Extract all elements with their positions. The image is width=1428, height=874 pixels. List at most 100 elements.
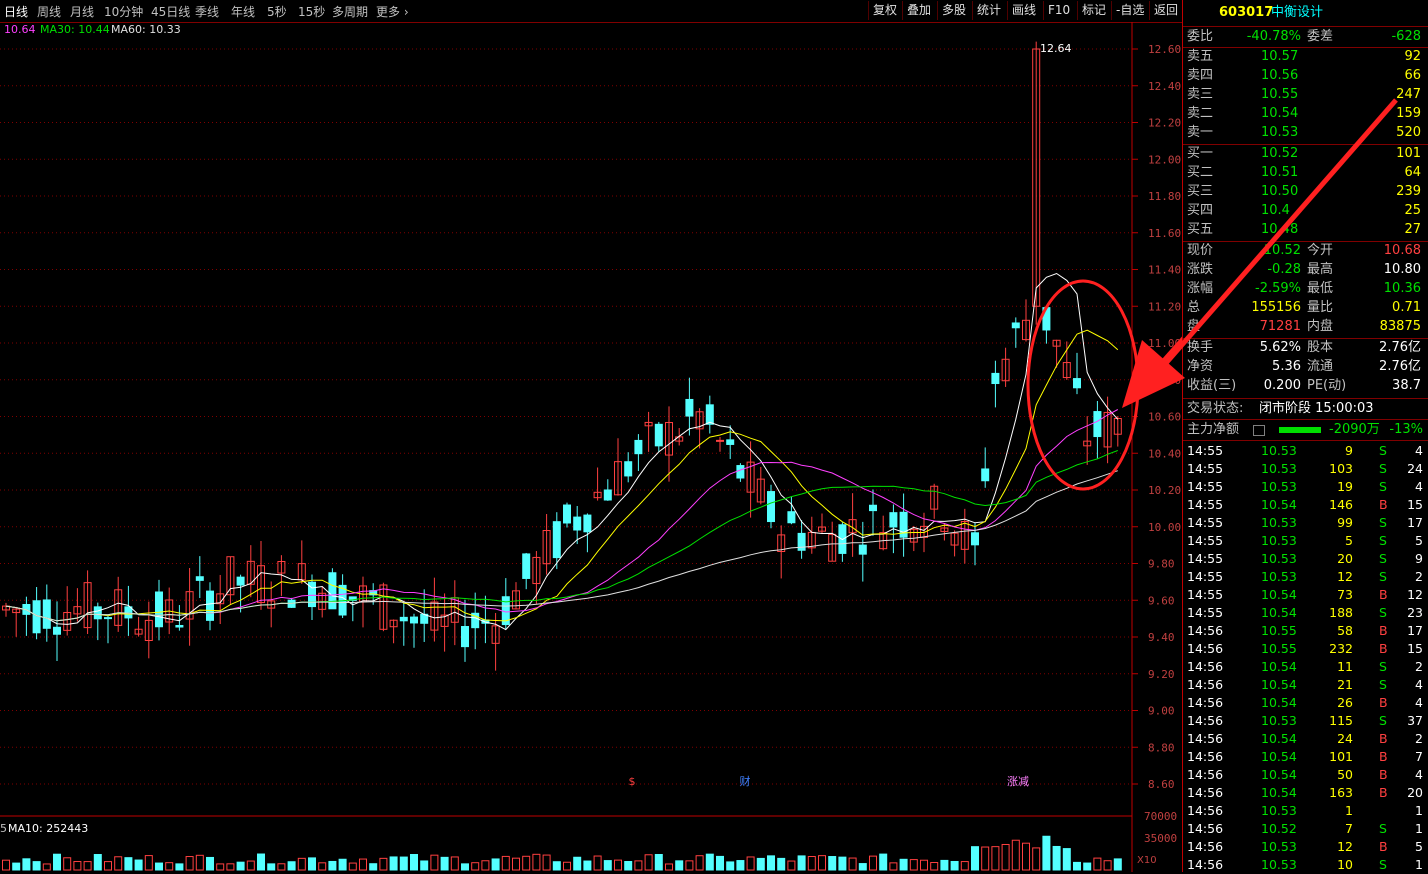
candle-down bbox=[1093, 411, 1102, 438]
back-button[interactable]: 返回 bbox=[1149, 1, 1182, 20]
stats-row: 换手 5.62% 股本 2.76亿 bbox=[1183, 339, 1428, 357]
tick-volume: 103 bbox=[1329, 461, 1353, 476]
overlay-button[interactable]: 叠加 bbox=[902, 1, 935, 20]
f10-button[interactable]: F10 bbox=[1043, 1, 1074, 20]
weibi-row: 委比 -40.78% 委差 -628 bbox=[1183, 28, 1428, 46]
quote-label: 内盘 bbox=[1307, 319, 1334, 334]
tick-direction: S bbox=[1379, 551, 1387, 566]
tick-direction: B bbox=[1379, 623, 1388, 638]
volume-bar bbox=[399, 856, 408, 871]
volume-bar bbox=[1032, 847, 1041, 871]
tick-count: 15 bbox=[1407, 497, 1423, 512]
buy-level: 买四 10.4 25 bbox=[1183, 202, 1428, 220]
tick-direction: S bbox=[1379, 461, 1387, 476]
candle-down bbox=[634, 439, 643, 455]
volume-bar bbox=[124, 857, 133, 871]
mark-button[interactable]: 标记 bbox=[1077, 1, 1110, 20]
volume-bar bbox=[563, 861, 571, 871]
tab-monthly[interactable]: 月线 bbox=[70, 3, 94, 20]
price-tick-label: 12.40 bbox=[1148, 80, 1181, 93]
tick-time: 14:56 bbox=[1187, 695, 1224, 710]
buy-level-price: 10.52 bbox=[1261, 146, 1299, 161]
buy-level-label: 买一 bbox=[1187, 146, 1214, 161]
volume-bar bbox=[155, 862, 163, 871]
restore-rights-button[interactable]: 复权 bbox=[868, 1, 901, 20]
quote-label: 最低 bbox=[1307, 281, 1334, 296]
high-price-annotation: 12.64 bbox=[1040, 42, 1072, 55]
tab-45day[interactable]: 45日线 bbox=[151, 3, 190, 20]
multi-stock-button[interactable]: 多股 bbox=[937, 1, 970, 20]
candle-down bbox=[1011, 322, 1020, 329]
tick-volume: 99 bbox=[1337, 515, 1353, 530]
stats-label: PE(动) bbox=[1307, 378, 1347, 393]
volume-bar bbox=[2, 859, 10, 871]
volume-bar bbox=[848, 857, 857, 871]
candle-down bbox=[206, 590, 214, 621]
tick-row: 14:55 10.53 19 S 4 bbox=[1183, 478, 1428, 496]
volume-bar bbox=[430, 854, 439, 871]
volume-bars: MA10: 2524435 X10 bbox=[0, 822, 1157, 871]
candle-down bbox=[175, 625, 184, 628]
price-tick-label: 10.00 bbox=[1148, 521, 1181, 534]
tick-direction: B bbox=[1379, 749, 1388, 764]
candle-down bbox=[155, 591, 163, 628]
price-tick-label: 9.40 bbox=[1148, 631, 1175, 644]
volume-bar bbox=[950, 860, 959, 871]
volume-bar bbox=[328, 860, 337, 871]
statistics-button[interactable]: 统计 bbox=[972, 1, 1005, 20]
tick-time: 14:55 bbox=[1187, 569, 1224, 584]
volume-bar bbox=[736, 860, 745, 871]
tick-count: 37 bbox=[1407, 713, 1423, 728]
tick-row: 14:56 10.53 115 S 37 bbox=[1183, 712, 1428, 730]
volume-bar bbox=[32, 861, 41, 871]
tab-quarter[interactable]: 季线 bbox=[195, 3, 219, 20]
tick-time: 14:55 bbox=[1187, 443, 1224, 458]
candle-up bbox=[716, 439, 724, 442]
quote-value: 71281 bbox=[1259, 319, 1301, 334]
volume-bar bbox=[287, 861, 296, 871]
tab-more[interactable]: 更多 › bbox=[376, 3, 409, 20]
tick-row: 14:55 10.54 73 B 12 bbox=[1183, 586, 1428, 604]
tick-direction: S bbox=[1379, 569, 1387, 584]
price-tick-label: 11.40 bbox=[1148, 264, 1181, 277]
candle-down bbox=[889, 512, 898, 528]
price-tick-label: 9.60 bbox=[1148, 594, 1175, 607]
ma10-line bbox=[5, 329, 1119, 622]
volume-bar bbox=[1022, 842, 1030, 871]
buy-level-label: 买二 bbox=[1187, 165, 1214, 180]
volume-bar bbox=[695, 855, 704, 871]
tick-time: 14:56 bbox=[1187, 641, 1224, 656]
candlestick-series bbox=[2, 41, 1122, 671]
tab-weekly[interactable]: 周线 bbox=[37, 3, 61, 20]
watchlist-button[interactable]: -自选 bbox=[1111, 1, 1148, 20]
quote-row: 盘 71281 内盘 83875 bbox=[1183, 318, 1428, 336]
tab-year[interactable]: 年线 bbox=[231, 3, 255, 20]
tick-time: 14:56 bbox=[1187, 821, 1224, 836]
tab-10min[interactable]: 10分钟 bbox=[104, 3, 143, 20]
price-tick-label: 11.80 bbox=[1148, 190, 1181, 203]
tab-5sec[interactable]: 5秒 bbox=[267, 3, 287, 20]
tick-direction: B bbox=[1379, 641, 1388, 656]
tick-row: 14:56 10.53 1 1 bbox=[1183, 802, 1428, 820]
price-tick-label: 11.60 bbox=[1148, 227, 1181, 240]
volume-bar bbox=[685, 860, 694, 871]
price-tick-label: 9.00 bbox=[1148, 705, 1175, 718]
list-icon[interactable] bbox=[1253, 425, 1265, 436]
tick-time: 14:55 bbox=[1187, 497, 1224, 512]
kline-chart[interactable]: MA10: 2524435 X10 12.60 12.40 12.20 12.00 11.… bbox=[0, 22, 1182, 872]
status-value: 闭市阶段 15:00:03 bbox=[1259, 401, 1374, 416]
quote-value: 10.68 bbox=[1383, 243, 1421, 258]
volume-bar bbox=[420, 860, 429, 871]
tick-price: 10.53 bbox=[1261, 803, 1297, 818]
tick-count: 5 bbox=[1415, 839, 1423, 854]
candle-down bbox=[858, 544, 867, 555]
candle-down bbox=[1073, 378, 1081, 389]
tick-volume: 50 bbox=[1337, 767, 1353, 782]
tab-15sec[interactable]: 15秒 bbox=[298, 3, 325, 20]
chevron-right-icon: › bbox=[400, 5, 409, 19]
tick-row: 14:56 10.53 12 B 5 bbox=[1183, 838, 1428, 856]
volume-bar bbox=[818, 855, 826, 871]
tab-multi-period[interactable]: 多周期 bbox=[332, 3, 368, 20]
tab-daily[interactable]: 日线 bbox=[4, 3, 28, 20]
draw-line-button[interactable]: 画线 bbox=[1007, 1, 1040, 20]
